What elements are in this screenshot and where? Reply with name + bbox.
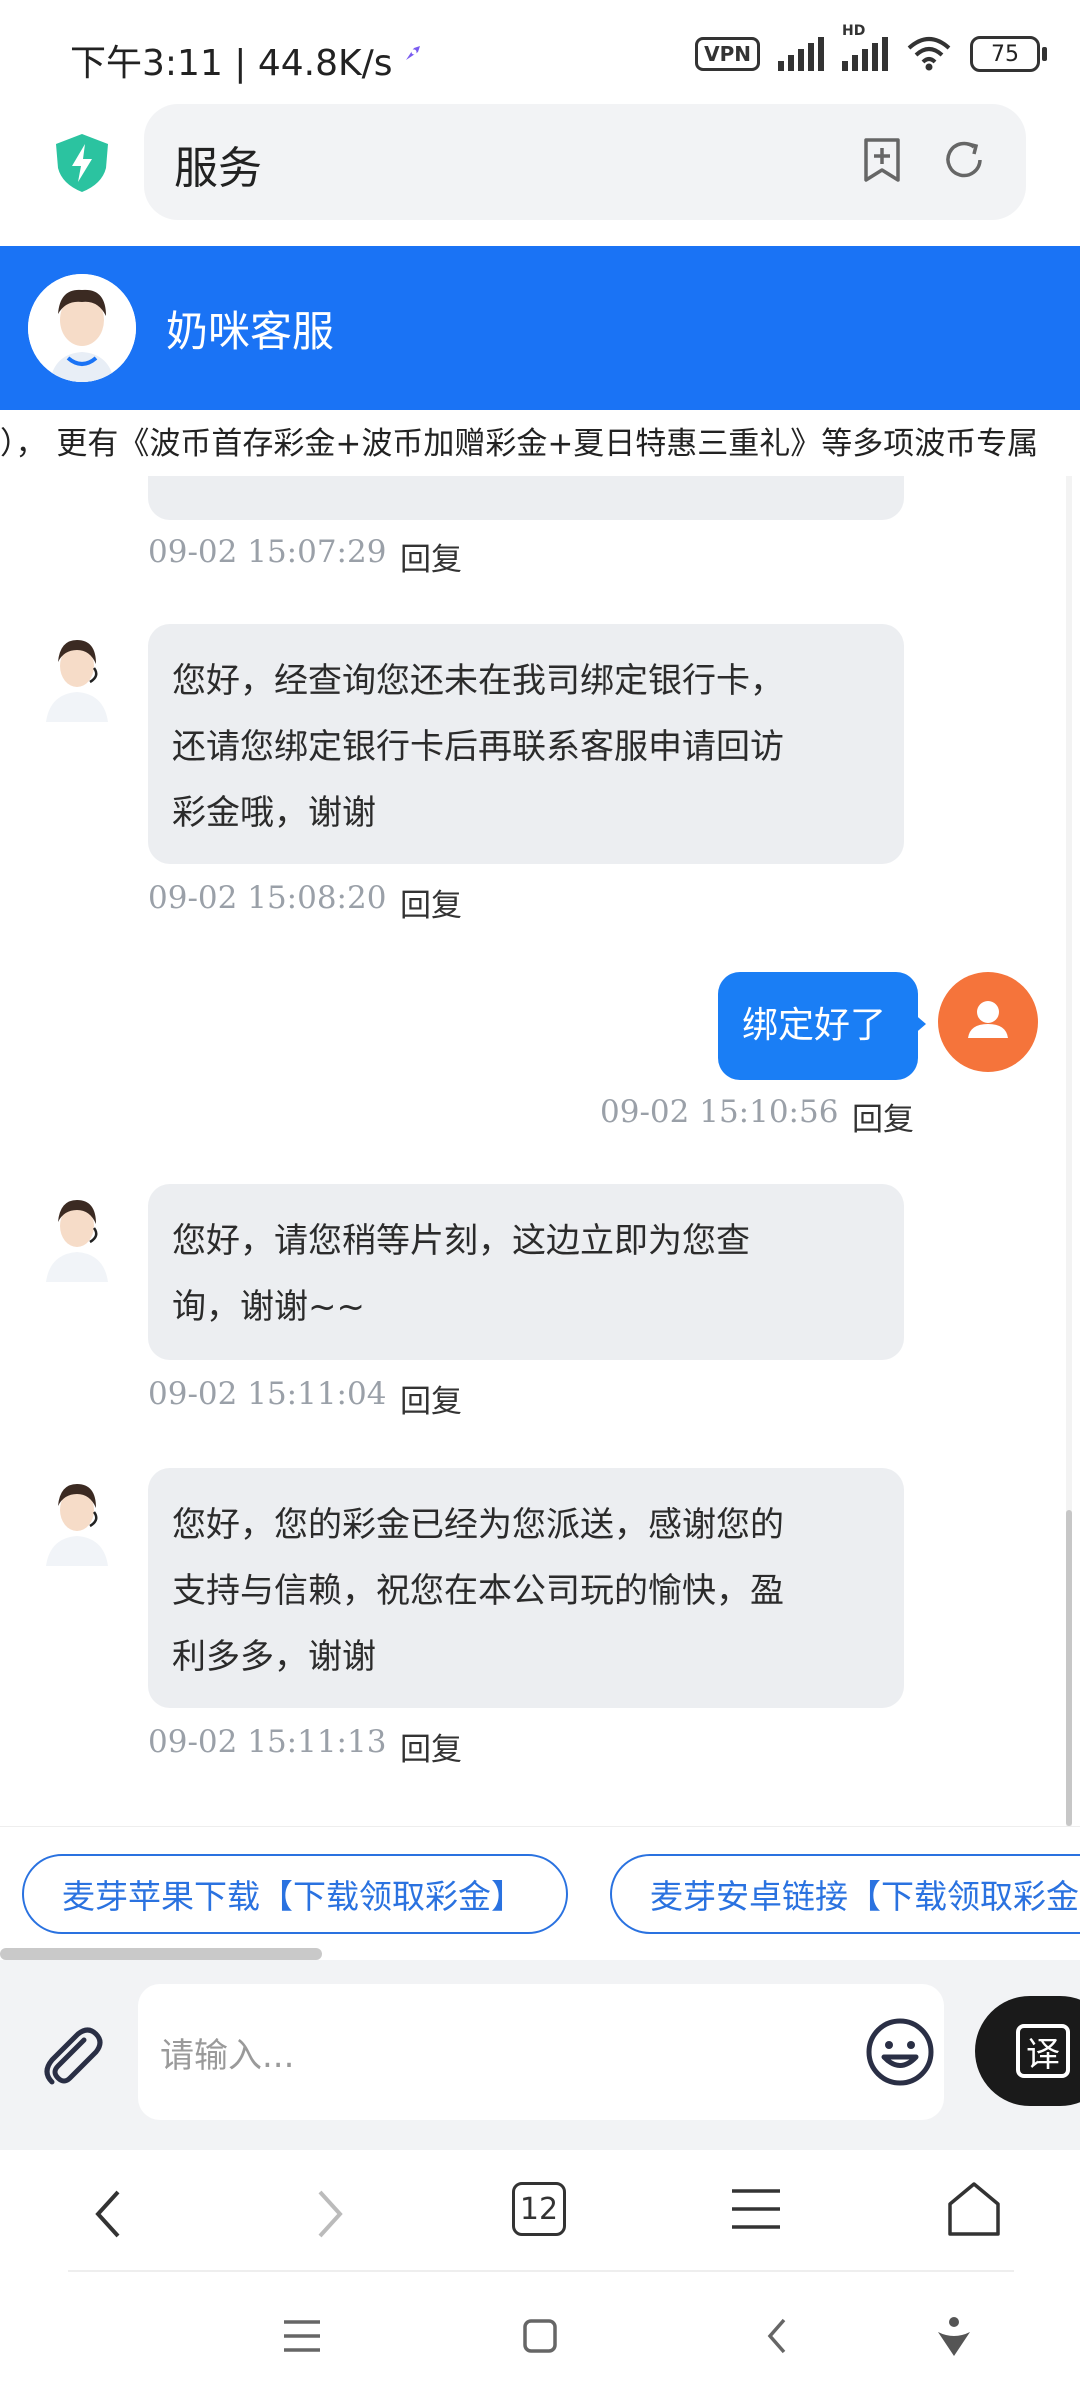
system-home-icon[interactable] xyxy=(522,2318,558,2354)
agent-avatar xyxy=(28,274,136,382)
message-bubble-agent: 您好，请您稍等片刻，这边立即为您查 询，谢谢~~ xyxy=(148,1184,904,1360)
message-text: 绑定好了 xyxy=(742,1005,887,1046)
message-text: 利多多，谢谢 xyxy=(172,1637,376,1677)
announcement-text: ）， 更有《波币首存彩金+波币加赠彩金+夏日特惠三重礼》等多项波币专属 xyxy=(0,426,1039,462)
quick-links-scrollbar[interactable] xyxy=(0,1948,322,1960)
reply-link[interactable]: 回复 xyxy=(400,534,462,579)
system-back-icon[interactable] xyxy=(762,2316,792,2356)
back-icon[interactable] xyxy=(88,2184,128,2244)
reload-icon[interactable] xyxy=(940,136,988,184)
assistant-icon[interactable] xyxy=(934,2314,974,2358)
hd-label: HD xyxy=(842,23,866,39)
reply-link[interactable]: 回复 xyxy=(852,1094,914,1139)
message-timestamp: 09-02 15:11:04 xyxy=(148,1376,387,1412)
signal-hd-icon: HD xyxy=(842,23,888,71)
agent-avatar-small xyxy=(38,628,116,722)
shield-icon[interactable] xyxy=(52,132,112,194)
message-text: …，谢谢 xyxy=(172,476,308,484)
chat-header xyxy=(0,246,1080,410)
signal-icon xyxy=(778,37,824,71)
wifi-icon xyxy=(907,37,951,71)
translate-icon[interactable]: 译 xyxy=(1016,2024,1070,2078)
message-text: 彩金哦，谢谢 xyxy=(172,793,376,833)
menu-icon[interactable] xyxy=(730,2186,782,2232)
user-avatar xyxy=(938,972,1038,1072)
chat-area: …，谢谢 09-02 15:07:29 回复 您好，经查询您还未在我司绑定银行卡… xyxy=(0,476,1080,1826)
message-bubble-agent: 您好，经查询您还未在我司绑定银行卡， 还请您绑定银行卡后再联系客服申请回访 彩金… xyxy=(148,624,904,864)
reply-link[interactable]: 回复 xyxy=(400,1376,462,1421)
agent-avatar-small xyxy=(38,1188,116,1282)
bookmark-add-icon[interactable] xyxy=(860,136,904,184)
message-timestamp: 09-02 15:07:29 xyxy=(148,534,387,570)
message-timestamp: 09-02 15:10:56 xyxy=(600,1094,839,1130)
message-timestamp: 09-02 15:08:20 xyxy=(148,880,387,916)
reply-link[interactable]: 回复 xyxy=(400,1724,462,1769)
rocket-icon xyxy=(392,40,426,78)
bubble-tail xyxy=(912,1012,926,1036)
battery-icon: 75 xyxy=(970,36,1047,72)
message-text: 您好，经查询您还未在我司绑定银行卡， xyxy=(172,661,784,701)
chat-scrollbar-thumb[interactable] xyxy=(1066,1510,1072,1826)
message-text: 您好，您的彩金已经为您派送，感谢您的 xyxy=(172,1505,784,1545)
agent-avatar-small xyxy=(38,1472,116,1566)
message-input-placeholder[interactable]: 请输入... xyxy=(160,2028,294,2077)
status-time-speed: 下午3:11 | 44.8K/s xyxy=(70,43,393,84)
vpn-badge: VPN xyxy=(695,37,760,71)
reply-link[interactable]: 回复 xyxy=(400,880,462,925)
system-menu-icon[interactable] xyxy=(282,2318,322,2354)
home-icon[interactable] xyxy=(946,2180,1002,2238)
status-icons: VPN HD 75 xyxy=(695,23,1047,72)
user-icon xyxy=(968,1001,1008,1038)
chat-title: 奶咪客服 xyxy=(166,307,335,356)
quick-link-android-download[interactable]: 麦芽安卓链接【下载领取彩金】 xyxy=(610,1854,1080,1934)
message-bubble-agent: …，谢谢 xyxy=(148,476,904,520)
message-text: 询，谢谢~~ xyxy=(172,1287,365,1327)
message-text: 支持与信赖，祝您在本公司玩的愉快，盈 xyxy=(172,1571,784,1611)
message-bubble-user: 绑定好了 xyxy=(718,972,918,1080)
emoji-icon[interactable] xyxy=(864,2016,936,2088)
paperclip-icon[interactable] xyxy=(34,2018,106,2090)
url-text[interactable]: 服务 xyxy=(174,132,262,196)
message-timestamp: 09-02 15:11:13 xyxy=(148,1724,387,1760)
message-text: 您好，请您稍等片刻，这边立即为您查 xyxy=(172,1221,750,1261)
forward-icon[interactable] xyxy=(310,2184,350,2244)
tabs-icon[interactable]: 12 xyxy=(512,2182,566,2236)
quick-link-ios-download[interactable]: 麦芽苹果下载【下载领取彩金】 xyxy=(22,1854,568,1934)
battery-level: 75 xyxy=(991,41,1019,67)
message-bubble-agent: 您好，您的彩金已经为您派送，感谢您的 支持与信赖，祝您在本公司玩的愉快，盈 利多… xyxy=(148,1468,904,1708)
message-text: 还请您绑定银行卡后再联系客服申请回访 xyxy=(172,727,784,767)
